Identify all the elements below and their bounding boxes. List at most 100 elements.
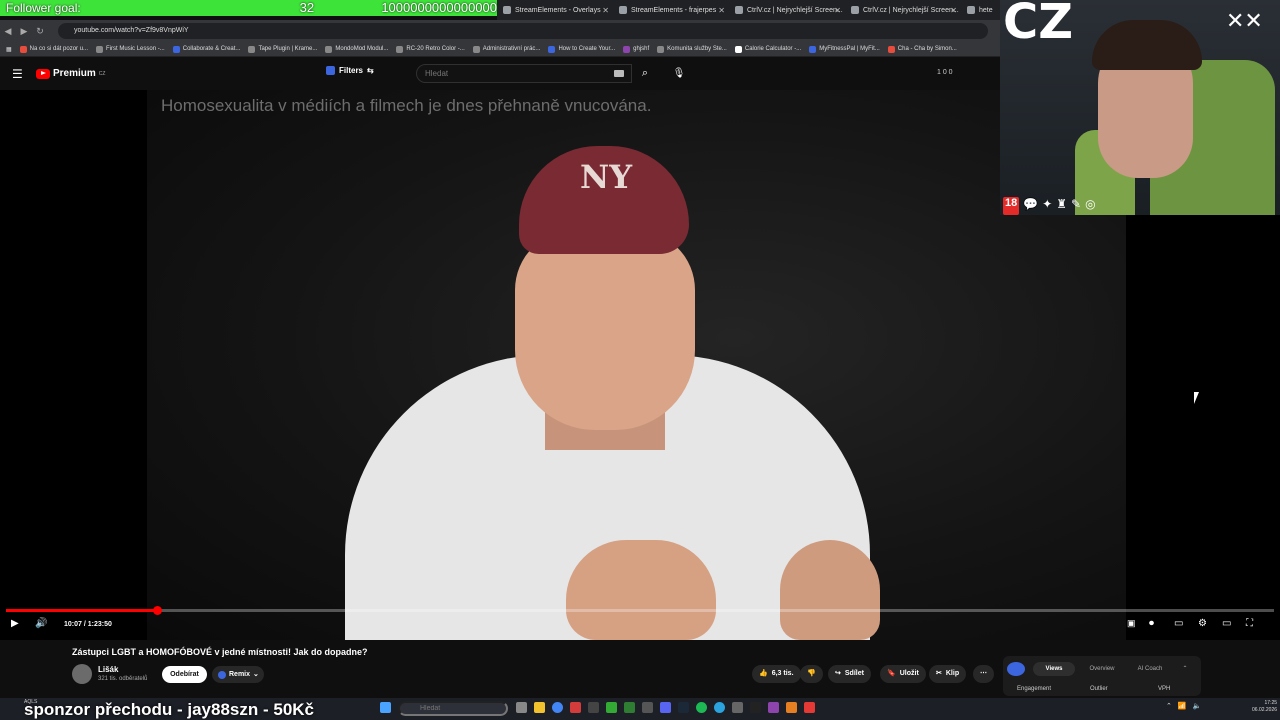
browser-tab[interactable]: heteronormativit xyxy=(961,0,993,20)
app-icon[interactable] xyxy=(768,702,779,713)
back-icon[interactable]: ◀ xyxy=(0,26,16,37)
microphone-icon[interactable]: 🎙 xyxy=(670,64,688,83)
bookmark-item[interactable]: Tape Plugin | Krame... xyxy=(248,45,317,53)
brand-label: Premium xyxy=(53,68,96,79)
bookmark-item[interactable]: MondoMod Modul... xyxy=(325,45,388,53)
forward-icon[interactable]: ▶ xyxy=(16,26,32,37)
url-field[interactable]: youtube.com/watch?v=Zf9v8VnpWiY xyxy=(58,23,988,39)
share-button[interactable]: ↪ Sdílet xyxy=(828,665,871,683)
autoplay-toggle-icon[interactable]: ⏺ xyxy=(1149,618,1154,629)
bookmark-item[interactable]: How to Create Your... xyxy=(548,45,615,53)
cap-logo: NY xyxy=(580,158,633,196)
app-icon[interactable] xyxy=(750,702,761,713)
apps-icon[interactable]: ▦ xyxy=(6,46,12,53)
app-icon[interactable] xyxy=(786,702,797,713)
tab-ai-coach[interactable]: AI Coach xyxy=(1129,662,1171,676)
remix-button[interactable]: Remix ⌄ xyxy=(212,666,264,683)
spotify-icon[interactable] xyxy=(696,702,707,713)
share-icon: ↪ xyxy=(835,670,841,677)
network-icon[interactable]: 📶 xyxy=(1178,702,1187,710)
bookmark-item[interactable]: Na co si dát pozor u... xyxy=(19,45,88,53)
close-icon[interactable]: ✕ xyxy=(602,6,609,15)
app-icon[interactable] xyxy=(588,702,599,713)
emote-badges: 18 💬 ✦ ♜ ✎ ◎ xyxy=(1003,197,1096,215)
telegram-icon[interactable] xyxy=(714,702,725,713)
taskbar-pinned-apps xyxy=(516,702,815,713)
taskbar-clock[interactable]: 17:25 06.02.2026 xyxy=(1252,700,1277,714)
browser-tab[interactable]: StreamElements - Overlays ✕ xyxy=(497,0,613,20)
discord-icon[interactable] xyxy=(660,702,671,713)
chevron-up-icon[interactable]: ⌃ xyxy=(1175,662,1195,676)
taskbar-search-input[interactable] xyxy=(398,701,508,716)
app-icon[interactable] xyxy=(606,702,617,713)
clip-button[interactable]: ✂ Klip xyxy=(929,665,967,683)
keyboard-icon[interactable] xyxy=(614,70,624,77)
close-icon[interactable]: ✕ xyxy=(950,6,957,15)
volume-icon[interactable]: 🔊 xyxy=(35,618,47,629)
bookmark-item[interactable]: Calorie Calculator -... xyxy=(734,45,801,53)
app-icon[interactable] xyxy=(570,702,581,713)
browser-tab[interactable]: CtrlV.cz | Nejrychlejší Screen... ✕ xyxy=(845,0,961,20)
menu-icon[interactable]: ☰ xyxy=(12,67,24,81)
task-view-icon[interactable] xyxy=(516,702,527,713)
scissors-icon: ✂ xyxy=(936,670,942,677)
bookmark-item[interactable]: Administrativní prác... xyxy=(472,45,540,53)
region-label: CZ xyxy=(98,70,106,77)
play-icon[interactable]: ▶ xyxy=(11,618,19,629)
excel-icon[interactable] xyxy=(624,702,635,713)
file-explorer-icon[interactable] xyxy=(534,702,545,713)
search-input[interactable] xyxy=(416,64,632,83)
progress-bar-fill xyxy=(6,609,158,612)
bookmark-item[interactable]: RC-20 Retro Color -... xyxy=(396,45,465,53)
filters-button[interactable]: Filters ⇆ xyxy=(326,66,374,75)
close-icon[interactable]: ✕ xyxy=(834,6,841,15)
clock-date: 06.02.2026 xyxy=(1252,707,1278,713)
bookmark-item[interactable]: First Music Lesson -... xyxy=(96,45,165,53)
fullscreen-icon[interactable]: ⛶ xyxy=(1246,618,1253,629)
reload-icon[interactable]: ↻ xyxy=(32,26,48,37)
bookmark-item[interactable]: ghjshf xyxy=(623,45,649,53)
theater-mode-icon[interactable]: ▭ xyxy=(1222,618,1231,629)
emote-icon: ♜ xyxy=(1056,197,1068,211)
tab-label: CtrlV.cz | Nejrychlejší Screen... xyxy=(863,6,959,14)
subscribe-button[interactable]: Odebírat xyxy=(162,666,207,683)
app-icon[interactable] xyxy=(642,702,653,713)
dislike-button[interactable]: 👎 xyxy=(800,665,823,683)
emote-icon: ◎ xyxy=(1085,197,1096,211)
extension-icon xyxy=(1007,662,1025,676)
volume-icon[interactable]: 🔈 xyxy=(1193,702,1202,710)
save-button[interactable]: 🔖 Uložit xyxy=(880,665,926,683)
youtube-logo[interactable]: Premium CZ xyxy=(36,68,105,79)
bookmark-item[interactable]: Cha - Cha by Simon... xyxy=(887,45,957,53)
like-button[interactable]: 👍 6,3 tis. xyxy=(752,665,801,683)
taskbar-apps xyxy=(380,702,391,713)
progress-bar[interactable] xyxy=(6,609,1274,612)
windows-start-icon[interactable] xyxy=(380,702,391,713)
progress-scrubber[interactable] xyxy=(153,606,162,615)
channel-name[interactable]: Lišák xyxy=(98,665,118,674)
app-icon[interactable] xyxy=(804,702,815,713)
browser-tab[interactable]: CtrlV.cz | Nejrychlejší Screen... ✕ xyxy=(729,0,845,20)
subtitles-icon[interactable]: ▭ xyxy=(1174,618,1183,629)
webcam-cz-label: CZ xyxy=(1003,0,1074,50)
video-caption: Homosexualita v médiích a filmech je dne… xyxy=(161,96,652,115)
bookmark-item[interactable]: MyFitnessPal | MyFit... xyxy=(809,45,880,53)
browser-tab-strip: StreamElements - Overlays ✕ StreamElement… xyxy=(497,0,1000,20)
bookmark-item[interactable]: Komunita služby Ste... xyxy=(657,45,727,53)
video-person-hand xyxy=(780,540,880,640)
settings-icon[interactable]: ⚙ xyxy=(1198,618,1207,629)
browser-tab[interactable]: StreamElements - frajerpes ✕ xyxy=(613,0,729,20)
channel-avatar[interactable] xyxy=(72,664,92,684)
extension-icon[interactable]: ▣ xyxy=(1127,618,1136,629)
tab-views[interactable]: Views xyxy=(1033,662,1075,676)
tab-overview[interactable]: Overview xyxy=(1081,662,1123,676)
obs-icon[interactable] xyxy=(732,702,743,713)
screen: Follower goal: 32 1000000000000000 Strea… xyxy=(0,0,1280,720)
bookmark-item[interactable]: Collaborate & Creat... xyxy=(172,45,240,53)
close-icon[interactable]: ✕ xyxy=(718,6,725,15)
chevron-up-icon[interactable]: ⌃ xyxy=(1166,702,1172,710)
search-icon[interactable]: ⌕ xyxy=(634,64,656,83)
chrome-icon[interactable] xyxy=(552,702,563,713)
more-actions-button[interactable]: ⋯ xyxy=(973,665,994,683)
steam-icon[interactable] xyxy=(678,702,689,713)
